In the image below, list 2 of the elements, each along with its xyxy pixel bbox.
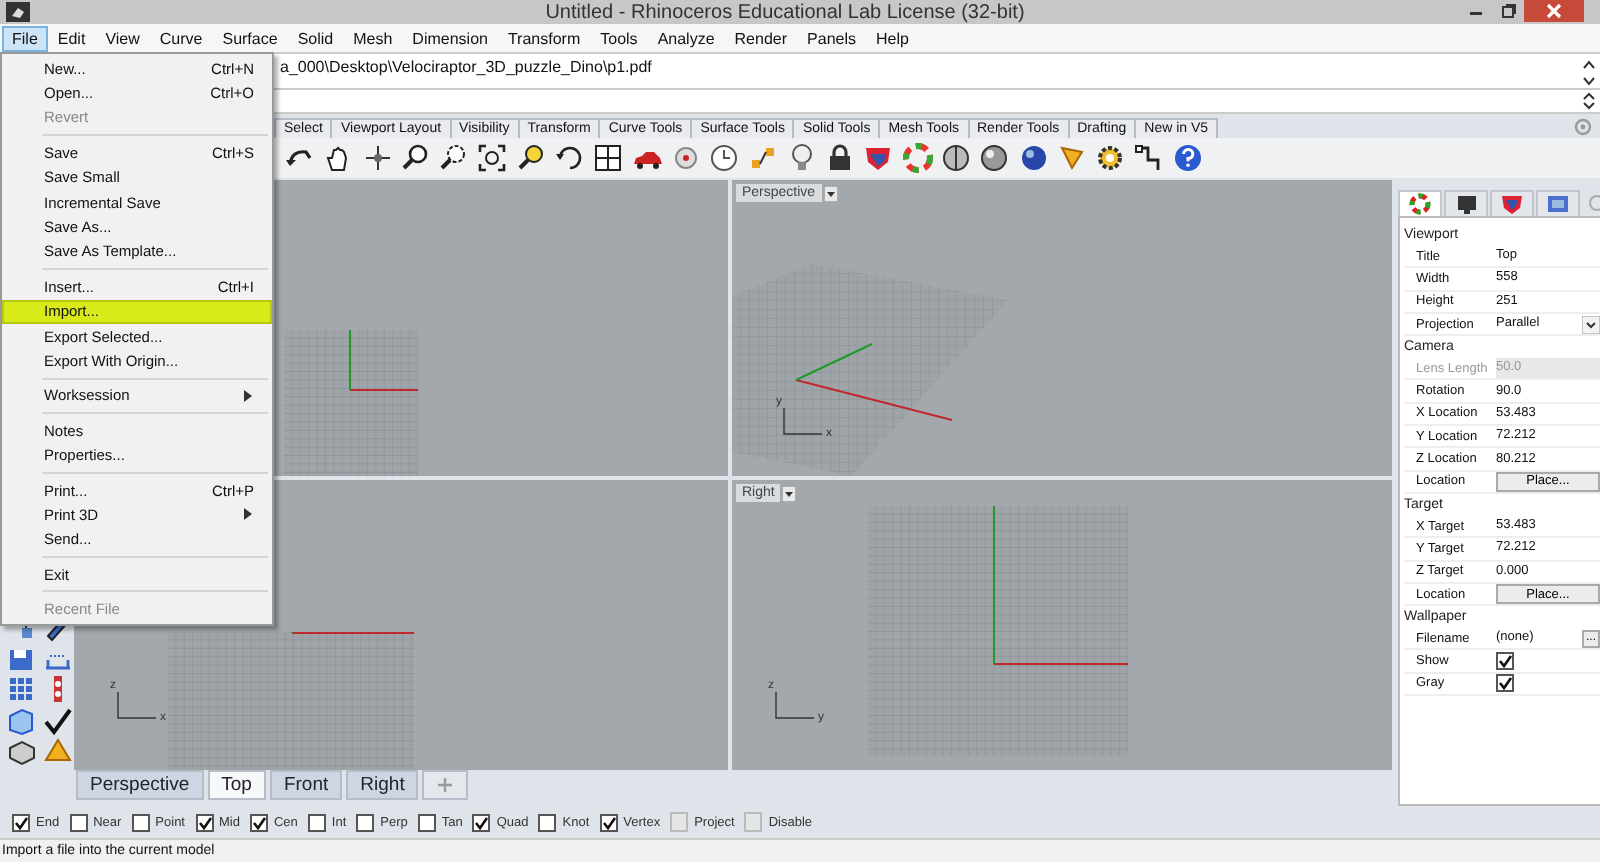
window-title: Untitled - Rhinoceros Educational Lab License (32-bit) — [543, 1, 1027, 23]
command-history-text: a_000\Desktop\Velociraptor_3D_puzzle_Dino\p1.pdf — [280, 58, 654, 76]
